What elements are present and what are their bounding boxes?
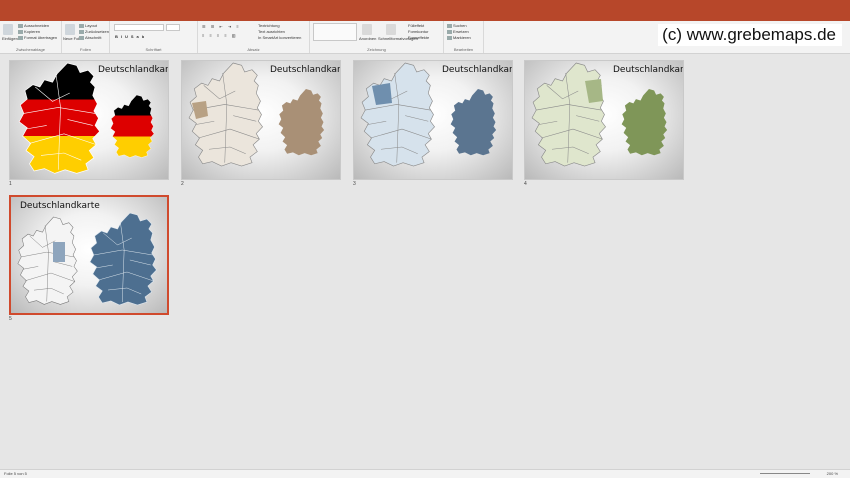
highlighted-state [53,242,65,262]
reset-icon [79,29,84,34]
section-label: Abschnitt [85,35,102,40]
format-painter-label: Format übertragen [24,35,58,40]
arrange-icon[interactable] [362,24,372,35]
slide-thumbnail[interactable]: Deutschlandkarte [9,60,169,180]
germany-map-states [360,62,435,167]
arrange-button[interactable]: Anordnen [359,36,376,41]
group-label-font: Schriftart [145,47,162,52]
ribbon-group-editing: Suchen Ersetzen Markieren Bearbeiten [444,21,484,53]
group-label-clipboard: Zwischenablage [16,47,45,52]
copy-icon [18,29,23,34]
slide-title: Deutschlandkarte [98,65,169,75]
select-icon [447,35,452,40]
slide-title: Deutschlandkarte [442,65,513,75]
germany-map-flag-states [18,62,101,174]
slide-maps [360,62,497,167]
font-style-buttons[interactable]: BIUSab [115,34,147,39]
shape-outline-button[interactable]: Formkontur [408,29,428,34]
search-icon [447,23,452,28]
replace-button[interactable]: Ersetzen [447,29,469,34]
paste-button[interactable]: Einfügen [2,36,18,41]
group-label-editing: Bearbeiten [453,47,474,52]
zoom-slider[interactable] [760,473,810,474]
ribbon-group-font: BIUSab Schriftart [110,21,198,53]
title-bar [0,0,850,21]
reset-button[interactable]: Zurücksetzen [79,29,109,34]
germany-map-solid [450,89,497,156]
zoom-level[interactable]: 200 % [827,471,838,476]
shape-fill-button[interactable]: Fülleffekt [408,23,424,28]
slide-title: Deutschlandkarte [613,65,684,75]
shape-effects-button[interactable]: Formeffekte [408,35,429,40]
select-label: Markieren [453,35,471,40]
slide-thumbnail[interactable]: Deutschlandkarte [181,60,341,180]
watermark-text: (c) www.grebemaps.de [658,24,842,46]
slide-thumbnail[interactable]: Deutschlandkarte [353,60,513,180]
find-label: Suchen [453,23,467,28]
slide-maps [17,212,157,306]
replace-label: Ersetzen [453,29,469,34]
group-label-paragraph: Absatz [247,47,260,52]
slide-number: 5 [9,316,12,322]
ribbon-group-clipboard: Einfügen Ausschneiden Kopieren Format üb… [0,21,62,53]
find-button[interactable]: Suchen [447,23,467,28]
status-bar: Folie 5 von 5 200 % [0,469,850,478]
align-text-button[interactable]: Text ausrichten [258,29,285,34]
section-button[interactable]: Abschnitt [79,35,101,40]
shapes-gallery[interactable] [313,23,357,41]
reset-label: Zurücksetzen [85,29,110,34]
copy-button[interactable]: Kopieren [18,29,40,34]
format-painter-icon [18,35,23,40]
slide-number: 1 [9,181,12,187]
group-label-slides: Folien [80,47,91,52]
germany-map-solid [278,89,325,156]
cut-label: Ausschneiden [24,23,50,28]
list-buttons[interactable]: ☰ ☰ ⇤ ⇥ ≡ [202,24,241,29]
copy-label: Kopieren [24,29,41,34]
germany-map-flag-outline [110,94,155,158]
layout-button[interactable]: Layout [79,23,97,28]
slide-title: Deutschlandkarte [20,201,100,211]
layout-label: Layout [85,23,98,28]
slide-maps [18,62,155,174]
new-slide-icon[interactable] [65,24,75,35]
format-painter-button[interactable]: Format übertragen [18,35,57,40]
germany-map-states [531,62,606,167]
germany-map-states-outline [17,216,78,305]
align-buttons[interactable]: ≡ ≡ ≡ ≡ ▥ [202,33,238,38]
cut-button[interactable]: Ausschneiden [18,23,49,28]
replace-icon [447,29,452,34]
germany-map-solid [621,89,668,156]
select-button[interactable]: Markieren [447,35,471,40]
slide-maps [188,62,325,167]
slide-thumbnail[interactable]: Deutschlandkarte [9,195,169,315]
ribbon-group-drawing: Anordnen Schnellformatvorlagen Fülleffek… [310,21,444,53]
slide-info: Folie 5 von 5 [4,471,27,476]
germany-map-solid-states [89,212,157,306]
slide-number: 4 [524,181,527,187]
text-direction-button[interactable]: Textrichtung [258,23,280,28]
quick-styles-icon[interactable] [386,24,396,35]
ribbon-group-paragraph: Textrichtung Text ausrichten In SmartArt… [198,21,310,53]
group-label-drawing: Zeichnung [367,47,386,52]
cut-icon [18,23,23,28]
ribbon-group-slides: Neue Folie Layout Zurücksetzen Abschnitt… [62,21,110,53]
slide-number: 2 [181,181,184,187]
font-family-select[interactable] [114,24,164,31]
font-size-select[interactable] [166,24,180,31]
smartart-button[interactable]: In SmartArt konvertieren [258,35,301,40]
slide-number: 3 [353,181,356,187]
paste-icon[interactable] [3,24,13,35]
layout-icon [79,23,84,28]
slide-thumbnail[interactable]: Deutschlandkarte [524,60,684,180]
slide-title: Deutschlandkarte [270,65,341,75]
section-icon [79,35,84,40]
slide-maps [531,62,668,167]
